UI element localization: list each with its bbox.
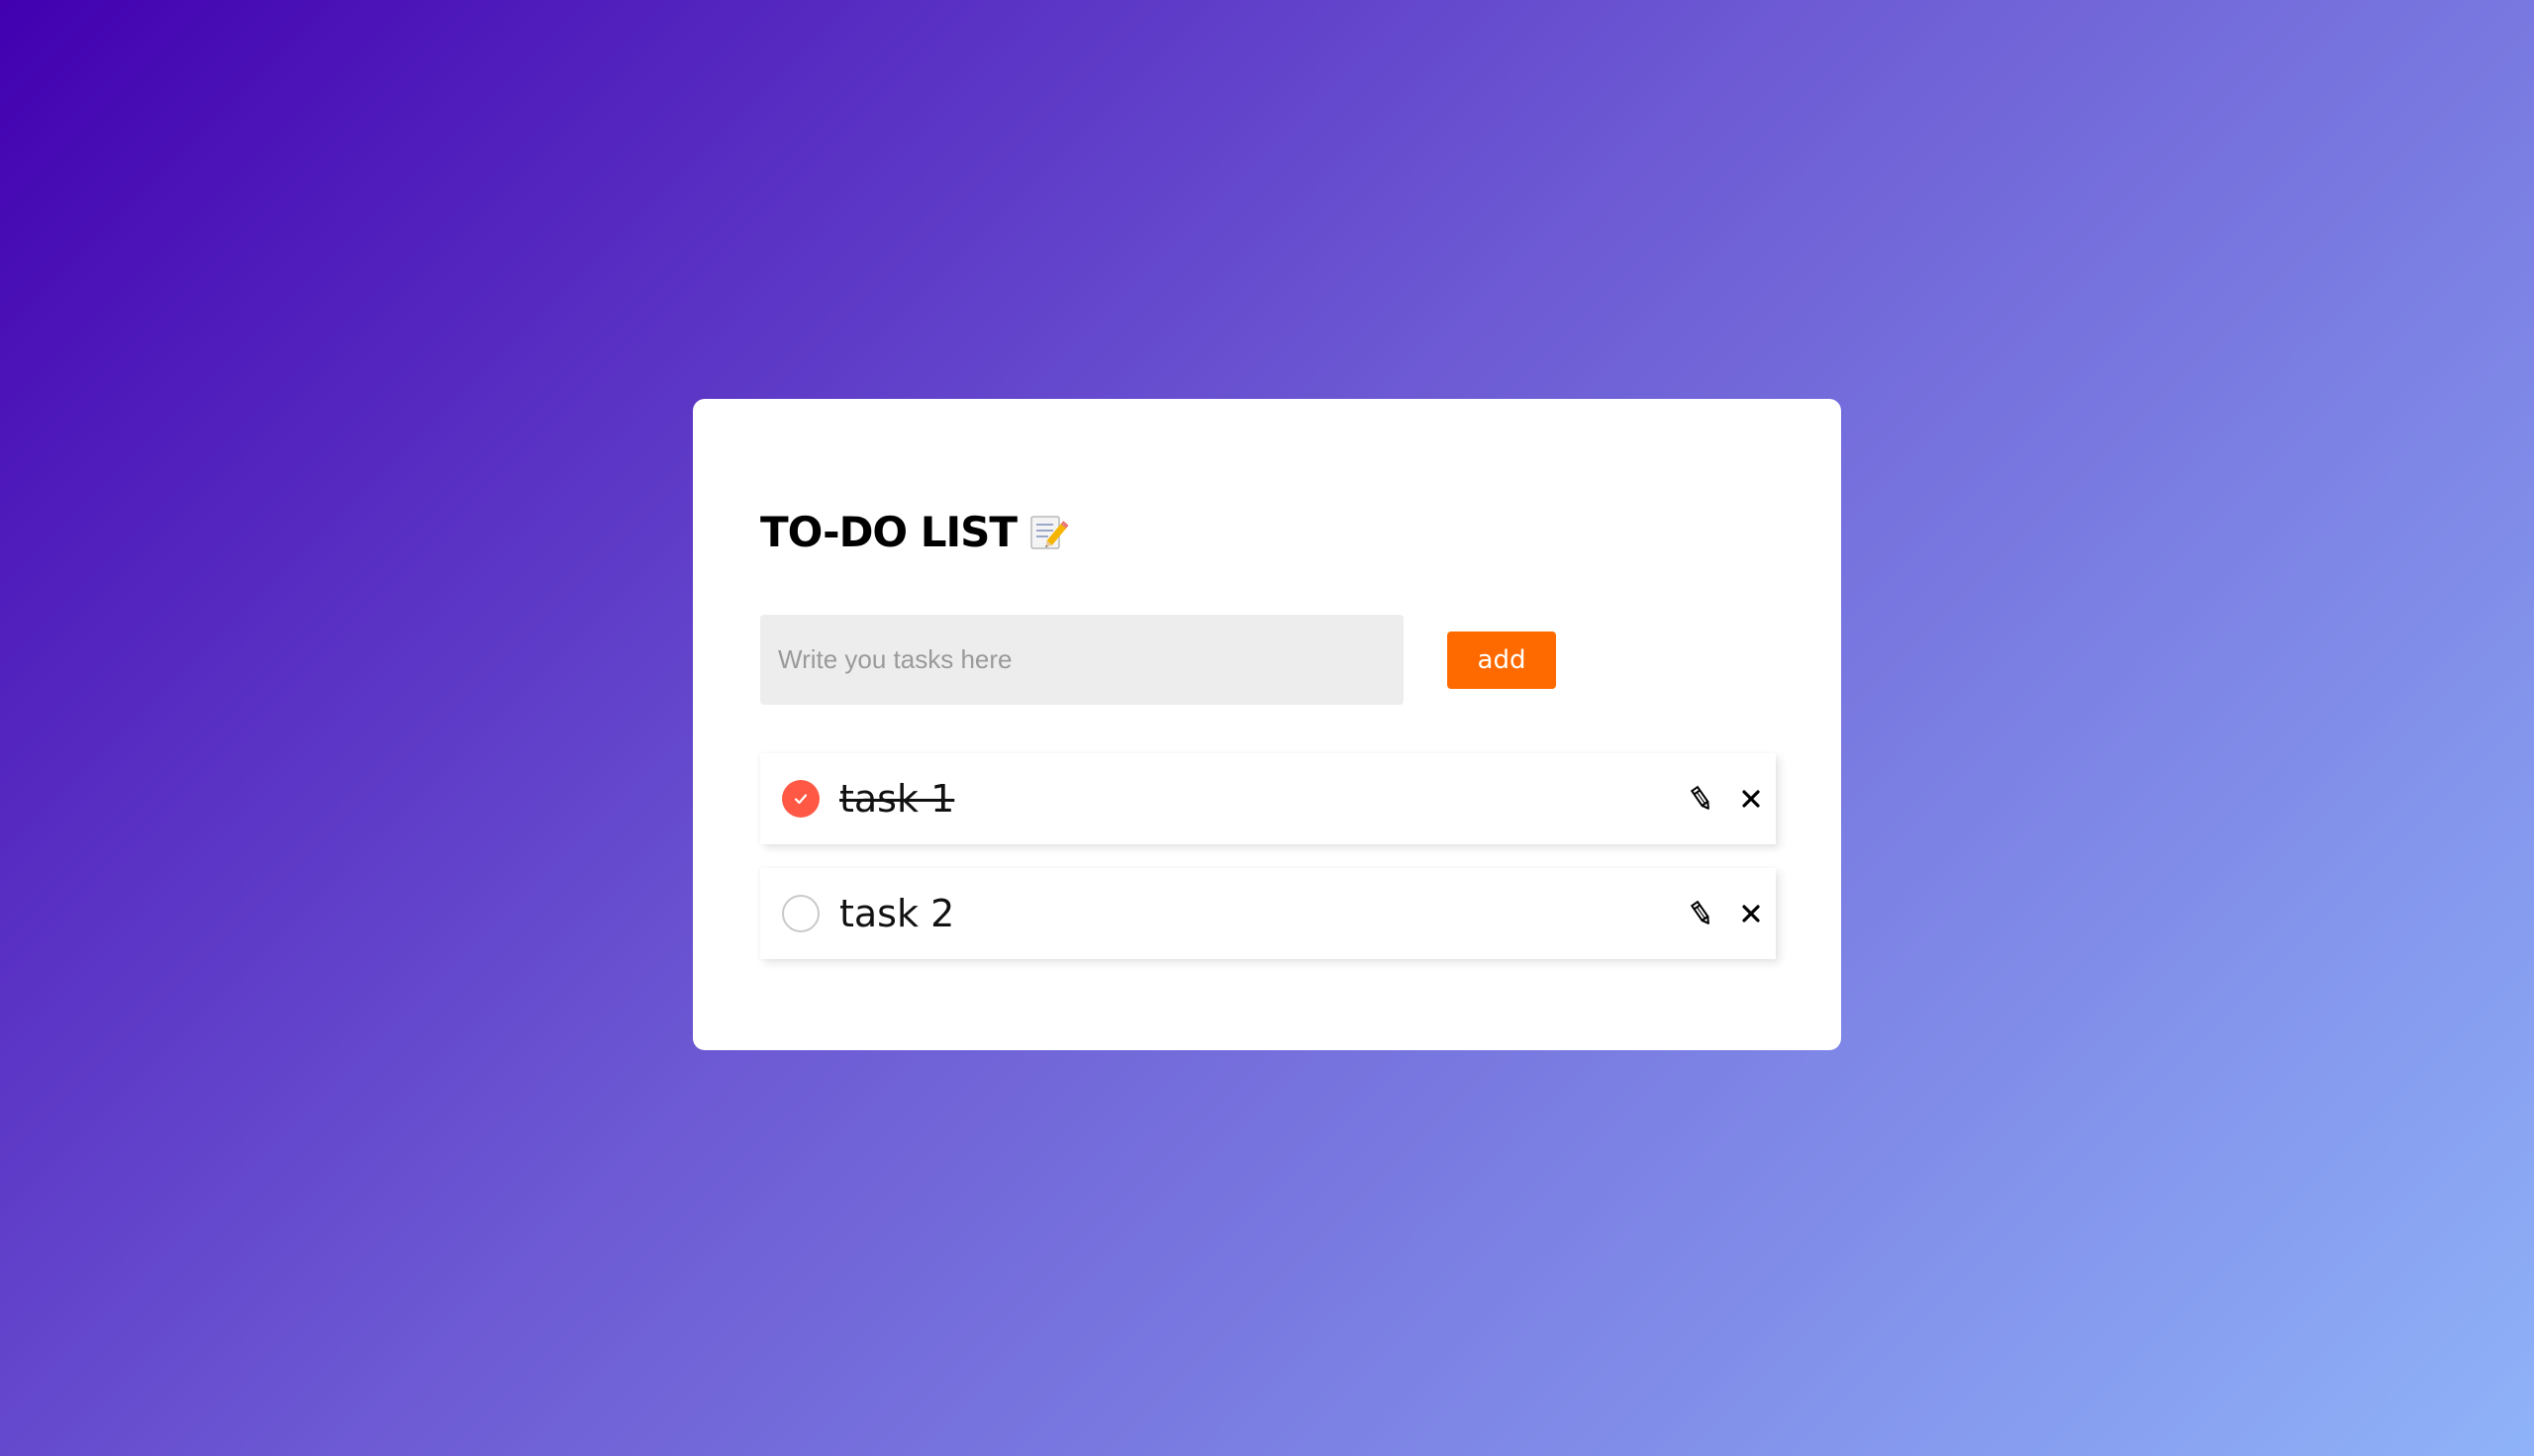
task-label: task 1 (839, 777, 955, 821)
memo-pencil-icon (1028, 513, 1069, 552)
checked-circle-icon[interactable] (782, 780, 820, 818)
task-item[interactable]: task 2 (760, 868, 1776, 959)
task-actions (1687, 868, 1766, 959)
task-label: task 2 (839, 892, 955, 935)
task-actions (1687, 753, 1766, 844)
close-icon[interactable] (1736, 784, 1766, 814)
add-button[interactable]: add (1447, 631, 1556, 689)
todo-card: TO-DO LIST add (693, 399, 1841, 1050)
input-row: add (760, 615, 1556, 705)
pencil-icon[interactable] (1687, 899, 1716, 928)
unchecked-circle-icon[interactable] (782, 895, 820, 932)
task-item[interactable]: task 1 (760, 753, 1776, 844)
title-row: TO-DO LIST (760, 508, 1069, 556)
task-input[interactable] (760, 615, 1404, 705)
close-icon[interactable] (1736, 899, 1766, 928)
page-title: TO-DO LIST (760, 508, 1018, 556)
pencil-icon[interactable] (1687, 784, 1716, 814)
task-list: task 1 task 2 (760, 753, 1776, 983)
